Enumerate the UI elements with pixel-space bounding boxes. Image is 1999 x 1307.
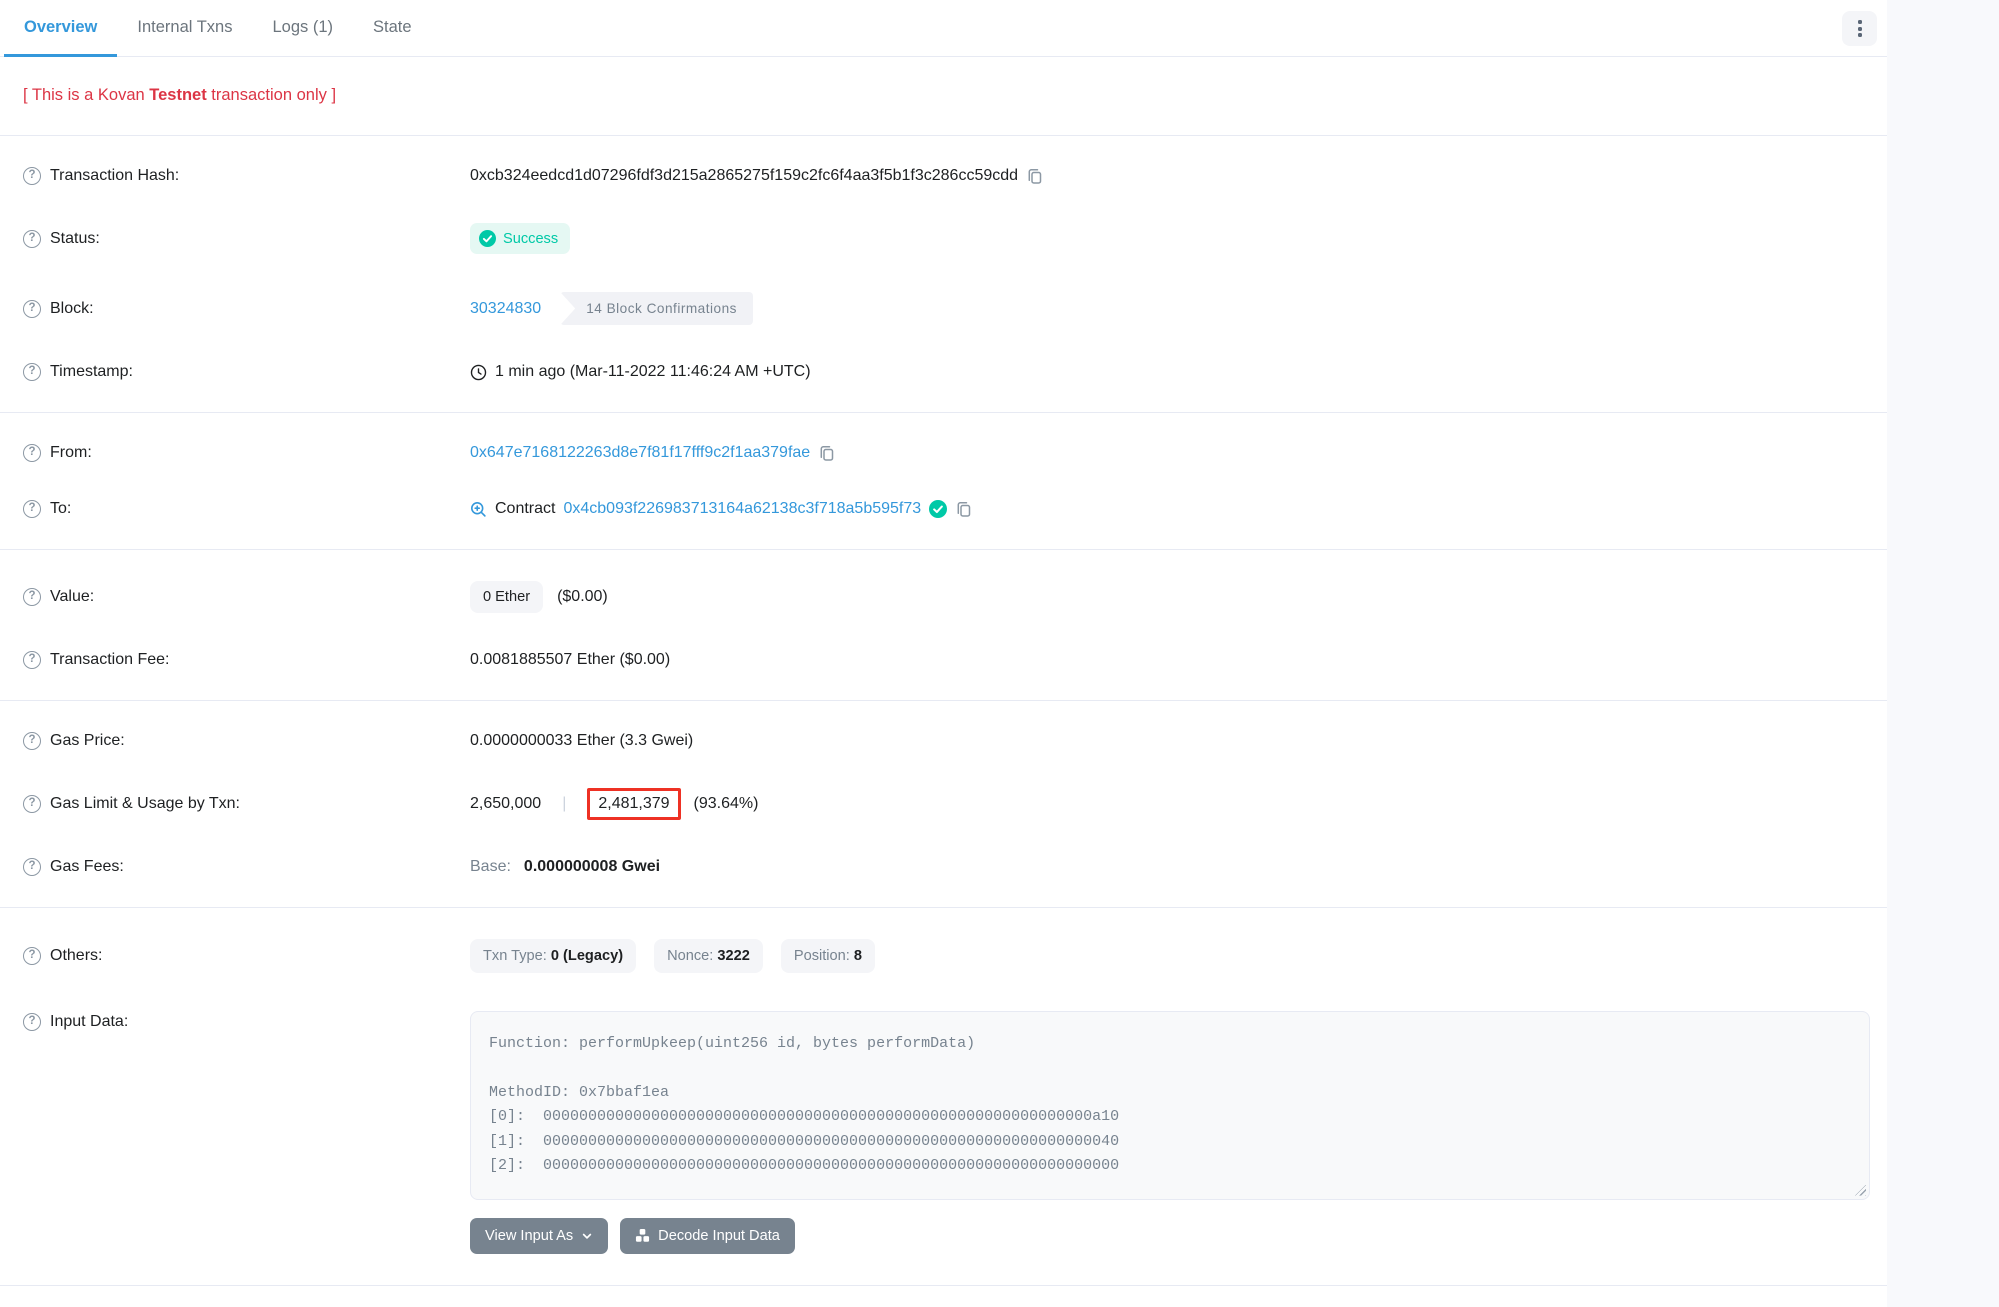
txn-type-badge: Txn Type: 0 (Legacy) bbox=[470, 939, 636, 973]
to-label: To: bbox=[50, 500, 71, 518]
check-circle-icon bbox=[479, 230, 496, 247]
base-fee-label: Base: bbox=[470, 858, 511, 876]
copy-icon[interactable] bbox=[1026, 167, 1044, 185]
row-timestamp: ? Timestamp: 1 min ago (Mar-11-2022 11:4… bbox=[0, 344, 1887, 400]
tab-overview[interactable]: Overview bbox=[4, 0, 117, 57]
input-data-textarea[interactable]: Function: performUpkeep(uint256 id, byte… bbox=[470, 1011, 1870, 1200]
copy-icon[interactable] bbox=[955, 500, 973, 518]
gas-price-value: 0.0000000033 Ether (3.3 Gwei) bbox=[470, 732, 693, 750]
row-gas-price: ? Gas Price: 0.0000000033 Ether (3.3 Gwe… bbox=[0, 713, 1887, 769]
help-icon[interactable]: ? bbox=[23, 167, 41, 185]
input-data-actions: View Input As Decode Input Data bbox=[470, 1218, 1870, 1254]
others-label: Others: bbox=[50, 947, 102, 965]
gas-limit-value: 2,650,000 bbox=[470, 795, 541, 813]
to-contract-prefix: Contract bbox=[495, 500, 555, 518]
help-icon[interactable]: ? bbox=[23, 947, 41, 965]
row-transaction-hash: ? Transaction Hash: 0xcb324eedcd1d07296f… bbox=[0, 148, 1887, 204]
help-icon[interactable]: ? bbox=[23, 588, 41, 606]
transaction-fee-label: Transaction Fee: bbox=[50, 651, 169, 669]
tab-state[interactable]: State bbox=[353, 0, 432, 57]
zoom-in-icon[interactable] bbox=[470, 501, 487, 518]
section-addresses: ? From: 0x647e7168122263d8e7f81f17fff9c2… bbox=[0, 413, 1887, 550]
row-others: ? Others: Txn Type: 0 (Legacy) Nonce: 32… bbox=[0, 920, 1887, 992]
cubes-icon bbox=[635, 1228, 650, 1243]
block-confirmations-badge: 14 Block Confirmations bbox=[560, 292, 753, 325]
value-label: Value: bbox=[50, 588, 94, 606]
view-input-as-button[interactable]: View Input As bbox=[470, 1218, 608, 1254]
section-overview-top: ? Transaction Hash: 0xcb324eedcd1d07296f… bbox=[0, 136, 1887, 413]
help-icon[interactable]: ? bbox=[23, 363, 41, 381]
section-gas: ? Gas Price: 0.0000000033 Ether (3.3 Gwe… bbox=[0, 701, 1887, 908]
timestamp-label: Timestamp: bbox=[50, 363, 133, 381]
transaction-details-card: Overview Internal Txns Logs (1) State [ … bbox=[0, 0, 1887, 1307]
row-gas-limit-usage: ? Gas Limit & Usage by Txn: 2,650,000 | … bbox=[0, 769, 1887, 839]
block-number-link[interactable]: 30324830 bbox=[470, 300, 541, 318]
help-icon[interactable]: ? bbox=[23, 858, 41, 876]
clock-icon bbox=[470, 364, 487, 381]
nonce-badge: Nonce: 3222 bbox=[654, 939, 763, 973]
help-icon[interactable]: ? bbox=[23, 1013, 41, 1031]
gas-used-annotation-box: 2,481,379 bbox=[587, 788, 680, 820]
block-label: Block: bbox=[50, 300, 94, 318]
position-badge: Position: 8 bbox=[781, 939, 875, 973]
copy-icon[interactable] bbox=[818, 444, 836, 462]
row-value: ? Value: 0 Ether ($0.00) bbox=[0, 562, 1887, 632]
gas-used-percent: (93.64%) bbox=[694, 795, 759, 813]
help-icon[interactable]: ? bbox=[23, 230, 41, 248]
section-value: ? Value: 0 Ether ($0.00) ? Transaction F… bbox=[0, 550, 1887, 701]
row-block: ? Block: 30324830 14 Block Confirmations bbox=[0, 273, 1887, 344]
input-data-label: Input Data: bbox=[50, 1013, 128, 1031]
gas-separator: | bbox=[562, 795, 566, 813]
chevron-down-icon bbox=[581, 1230, 593, 1242]
row-from: ? From: 0x647e7168122263d8e7f81f17fff9c2… bbox=[0, 425, 1887, 481]
row-to: ? To: Contract 0x4cb093f226983713164a621… bbox=[0, 481, 1887, 537]
transaction-hash-value: 0xcb324eedcd1d07296fdf3d215a2865275f159c… bbox=[470, 167, 1018, 185]
row-input-data: ? Input Data: Function: performUpkeep(ui… bbox=[0, 992, 1887, 1273]
base-fee-value: 0.000000008 Gwei bbox=[524, 858, 660, 876]
verified-check-icon bbox=[929, 500, 947, 518]
section-others-input: ? Others: Txn Type: 0 (Legacy) Nonce: 32… bbox=[0, 908, 1887, 1286]
help-icon[interactable]: ? bbox=[23, 300, 41, 318]
usd-value: ($0.00) bbox=[557, 588, 608, 606]
help-icon[interactable]: ? bbox=[23, 732, 41, 750]
transaction-hash-label: Transaction Hash: bbox=[50, 167, 179, 185]
transaction-fee-value: 0.0081885507 Ether ($0.00) bbox=[470, 651, 670, 669]
status-label: Status: bbox=[50, 230, 100, 248]
from-address-link[interactable]: 0x647e7168122263d8e7f81f17fff9c2f1aa379f… bbox=[470, 444, 810, 462]
status-badge: Success bbox=[470, 223, 570, 254]
kebab-icon bbox=[1858, 20, 1862, 24]
more-options-button[interactable] bbox=[1842, 11, 1877, 46]
row-gas-fees: ? Gas Fees: Base: 0.000000008 Gwei bbox=[0, 839, 1887, 895]
timestamp-value: 1 min ago (Mar-11-2022 11:46:24 AM +UTC) bbox=[495, 363, 811, 381]
testnet-warning: [ This is a Kovan Testnet transaction on… bbox=[0, 57, 1887, 136]
help-icon[interactable]: ? bbox=[23, 444, 41, 462]
help-icon[interactable]: ? bbox=[23, 500, 41, 518]
row-status: ? Status: Success bbox=[0, 204, 1887, 273]
tab-internal-txns[interactable]: Internal Txns bbox=[117, 0, 252, 57]
gas-used-value: 2,481,379 bbox=[598, 795, 669, 812]
tab-logs[interactable]: Logs (1) bbox=[252, 0, 353, 57]
gas-price-label: Gas Price: bbox=[50, 732, 125, 750]
row-transaction-fee: ? Transaction Fee: 0.0081885507 Ether ($… bbox=[0, 632, 1887, 688]
decode-input-data-button[interactable]: Decode Input Data bbox=[620, 1218, 795, 1254]
gas-fees-label: Gas Fees: bbox=[50, 858, 124, 876]
to-address-link[interactable]: 0x4cb093f226983713164a62138c3f718a5b595f… bbox=[563, 500, 921, 518]
ether-value-badge: 0 Ether bbox=[470, 581, 543, 613]
from-label: From: bbox=[50, 444, 92, 462]
tab-bar: Overview Internal Txns Logs (1) State bbox=[0, 0, 1887, 57]
testnet-warning-bold: Testnet bbox=[149, 86, 206, 104]
help-icon[interactable]: ? bbox=[23, 795, 41, 813]
gas-limit-usage-label: Gas Limit & Usage by Txn: bbox=[50, 795, 240, 813]
help-icon[interactable]: ? bbox=[23, 651, 41, 669]
